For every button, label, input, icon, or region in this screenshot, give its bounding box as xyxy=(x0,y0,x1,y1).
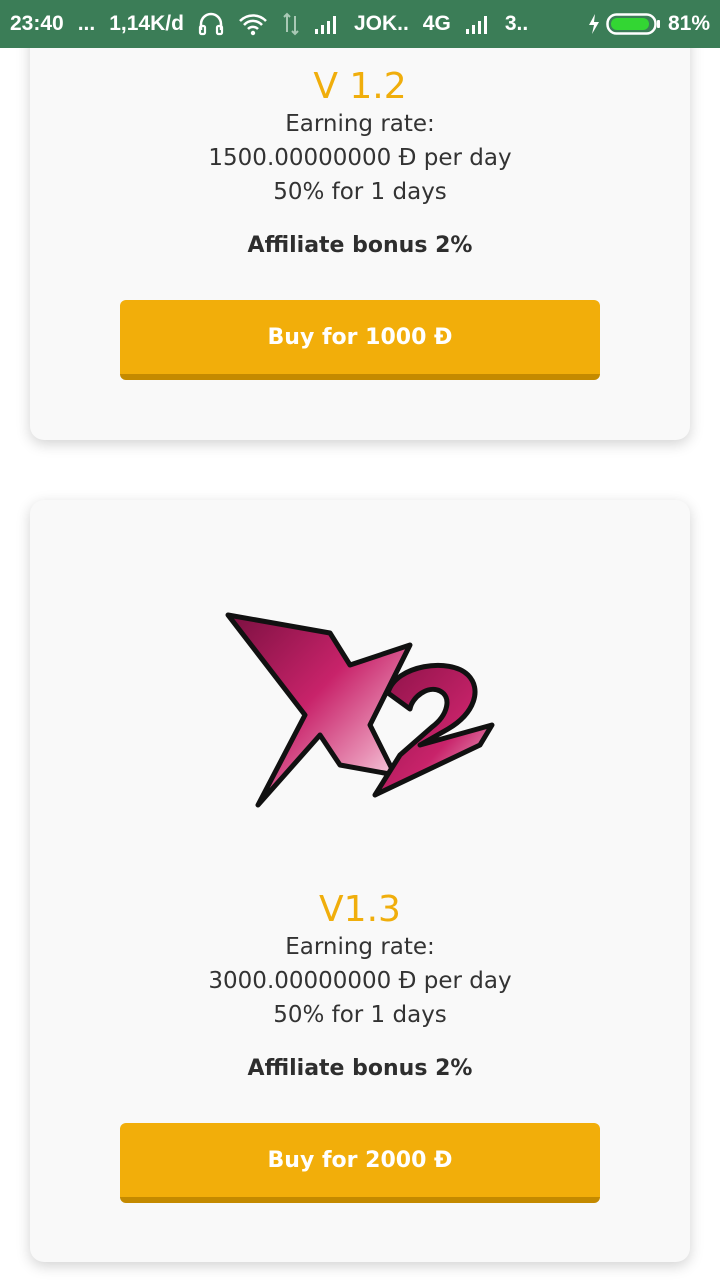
signal-icon-2 xyxy=(465,13,491,35)
plan-card-v1-2: V 1.2 Earning rate: 1500.00000000 Đ per … xyxy=(30,0,690,440)
plan-version: V 1.2 xyxy=(313,66,407,107)
earning-rate-label: Earning rate: xyxy=(285,934,435,960)
x2-logo-icon xyxy=(220,605,500,810)
plan-card-v1-3: V1.3 Earning rate: 3000.00000000 Đ per d… xyxy=(30,500,690,1262)
battery-percent: 81% xyxy=(667,12,710,35)
earning-duration: 50% for 1 days xyxy=(273,1002,447,1028)
earning-duration: 50% for 1 days xyxy=(273,179,447,205)
plan-version: V1.3 xyxy=(319,889,401,930)
buy-button[interactable]: Buy for 2000 Đ xyxy=(120,1123,600,1203)
affiliate-bonus: Affiliate bonus 2% xyxy=(247,233,473,258)
charging-icon xyxy=(588,13,600,35)
headphones-icon xyxy=(198,12,224,36)
data-transfer-icon xyxy=(282,12,300,36)
earning-rate-value: 1500.00000000 Đ per day xyxy=(208,145,512,171)
signal-icon xyxy=(314,13,340,35)
affiliate-bonus: Affiliate bonus 2% xyxy=(247,1056,473,1081)
buy-button[interactable]: Buy for 1000 Đ xyxy=(120,300,600,380)
carrier-name: JOK.. xyxy=(353,12,409,35)
earning-rate-label: Earning rate: xyxy=(285,111,435,137)
battery-icon xyxy=(606,12,660,36)
status-bar: 23:40 ... 1,14K/d JOK.. 4G 3.. 81% xyxy=(0,0,720,48)
earning-rate-value: 3000.00000000 Đ per day xyxy=(208,968,512,994)
status-more-dots: ... xyxy=(77,12,96,35)
status-net-speed: 1,14K/d xyxy=(109,12,184,35)
wifi-icon xyxy=(238,12,268,36)
status-time: 23:40 xyxy=(10,12,64,35)
carrier-2: 3.. xyxy=(504,12,529,35)
network-type: 4G xyxy=(422,12,451,35)
